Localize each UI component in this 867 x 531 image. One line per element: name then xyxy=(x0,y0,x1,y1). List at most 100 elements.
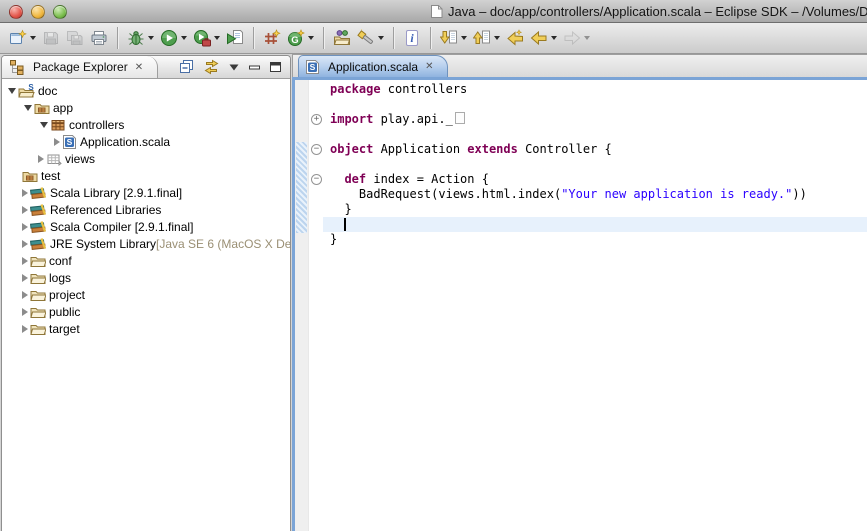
expand-arrow-icon[interactable] xyxy=(22,223,30,231)
dropdown-arrow-icon[interactable] xyxy=(461,36,467,40)
expand-arrow-icon[interactable] xyxy=(22,325,30,333)
project-tree[interactable]: SdocappcontrollersSApplication.scalaview… xyxy=(2,79,290,531)
folding-bar[interactable] xyxy=(308,80,323,531)
expand-arrow-icon[interactable] xyxy=(54,138,62,146)
toolbar-separator xyxy=(393,27,394,49)
dropdown-arrow-icon[interactable] xyxy=(148,36,154,40)
tree-item-referenced-libraries[interactable]: Referenced Libraries xyxy=(2,201,290,218)
new-wizard-g-button[interactable]: G xyxy=(284,28,317,48)
tree-item-test[interactable]: test xyxy=(2,167,290,184)
code-editor[interactable]: package controllers import play.api._obje… xyxy=(323,80,867,531)
code-line[interactable]: def index = Action { xyxy=(323,172,867,187)
dropdown-arrow-icon[interactable] xyxy=(308,36,314,40)
view-menu-button[interactable] xyxy=(228,62,240,72)
expand-arrow-icon[interactable] xyxy=(22,206,30,214)
expand-arrow-icon[interactable] xyxy=(22,189,30,197)
code-line[interactable] xyxy=(323,127,867,142)
tree-item-scala-compiler-2-9-1-final[interactable]: Scala Compiler [2.9.1.final] xyxy=(2,218,290,235)
code-line[interactable]: package controllers xyxy=(323,82,867,97)
tree-item-scala-library-2-9-1-final[interactable]: Scala Library [2.9.1.final] xyxy=(2,184,290,201)
code-line[interactable]: } xyxy=(323,232,867,247)
new-java-project-icon xyxy=(263,29,281,47)
code-line[interactable]: } xyxy=(323,202,867,217)
expand-arrow-icon[interactable] xyxy=(22,308,30,316)
toolbar-separator xyxy=(430,27,431,49)
tree-item-conf[interactable]: conf xyxy=(2,252,290,269)
dropdown-arrow-icon[interactable] xyxy=(214,36,220,40)
collapse-arrow-icon[interactable] xyxy=(22,105,34,111)
expand-arrow-icon[interactable] xyxy=(22,291,30,299)
collapse-arrow-icon[interactable] xyxy=(6,88,18,94)
info-button[interactable]: i xyxy=(400,28,424,48)
collapse-all-button[interactable] xyxy=(179,59,195,75)
package-explorer-tab[interactable]: Package Explorer xyxy=(2,56,158,78)
tree-item-project[interactable]: project xyxy=(2,286,290,303)
print-button[interactable] xyxy=(87,28,111,48)
link-with-editor-icon xyxy=(203,59,220,75)
tree-item-app[interactable]: app xyxy=(2,99,290,116)
folder-icon xyxy=(30,270,46,286)
search-button[interactable] xyxy=(354,28,387,48)
print-icon xyxy=(90,29,108,47)
current-line[interactable] xyxy=(323,217,867,232)
dropdown-arrow-icon[interactable] xyxy=(181,36,187,40)
last-edit-location-button[interactable] xyxy=(503,28,527,48)
tree-item-doc[interactable]: Sdoc xyxy=(2,82,290,99)
open-type-button[interactable] xyxy=(330,28,354,48)
collapse-fold-icon[interactable] xyxy=(311,174,322,185)
tree-item-views[interactable]: views xyxy=(2,150,290,167)
collapse-arrow-icon[interactable] xyxy=(38,122,50,128)
source-folder-icon xyxy=(22,168,38,184)
new-wizard-button[interactable] xyxy=(6,28,39,48)
annotation-ruler[interactable] xyxy=(295,80,308,531)
tree-item-public[interactable]: public xyxy=(2,303,290,320)
minimize-window-button[interactable] xyxy=(31,5,45,19)
code-line[interactable]: import play.api._ xyxy=(323,112,867,127)
code-line[interactable] xyxy=(323,97,867,112)
package-icon xyxy=(50,117,66,133)
expand-arrow-icon[interactable] xyxy=(22,274,30,282)
code-line[interactable]: object Application extends Controller { xyxy=(323,142,867,157)
dropdown-arrow-icon[interactable] xyxy=(494,36,500,40)
previous-annotation-button[interactable] xyxy=(470,28,503,48)
run-external-button[interactable] xyxy=(190,28,223,48)
dropdown-arrow-icon[interactable] xyxy=(378,36,384,40)
run-last-button[interactable] xyxy=(223,28,247,48)
run-button[interactable] xyxy=(157,28,190,48)
dropdown-arrow-icon[interactable] xyxy=(30,36,36,40)
tree-item-target[interactable]: target xyxy=(2,320,290,337)
tree-item-controllers[interactable]: controllers xyxy=(2,116,290,133)
next-annotation-button[interactable] xyxy=(437,28,470,48)
close-view-icon[interactable] xyxy=(135,62,143,73)
expand-arrow-icon[interactable] xyxy=(22,257,30,265)
collapse-fold-icon[interactable] xyxy=(311,144,322,155)
folder-icon xyxy=(30,253,46,269)
tree-item-logs[interactable]: logs xyxy=(2,269,290,286)
expand-arrow-icon[interactable] xyxy=(38,155,46,163)
zoom-window-button[interactable] xyxy=(53,5,67,19)
source-folder-icon xyxy=(34,100,50,116)
tree-item-application-scala[interactable]: SApplication.scala xyxy=(2,133,290,150)
expand-arrow-icon[interactable] xyxy=(22,240,30,248)
code-line[interactable]: BadRequest(views.html.index("Your new ap… xyxy=(323,187,867,202)
toolbar-separator xyxy=(117,27,118,49)
tree-item-label: target xyxy=(49,322,80,336)
code-line[interactable] xyxy=(323,157,867,172)
new-java-project-button[interactable] xyxy=(260,28,284,48)
folded-region-box[interactable] xyxy=(455,112,465,124)
window-titlebar[interactable]: Java – doc/app/controllers/Application.s… xyxy=(0,0,867,23)
dropdown-arrow-icon[interactable] xyxy=(551,36,557,40)
back-button[interactable] xyxy=(527,28,560,48)
tree-item-jre-system-library[interactable]: JRE System Library [Java SE 6 (MacOS X D… xyxy=(2,235,290,252)
library-icon xyxy=(30,185,47,201)
link-with-editor-button[interactable] xyxy=(203,59,220,75)
close-window-button[interactable] xyxy=(9,5,23,19)
dropdown-arrow-icon[interactable] xyxy=(584,36,590,40)
close-editor-icon[interactable] xyxy=(425,61,433,72)
editor-tab-application-scala[interactable]: S Application.scala xyxy=(298,55,448,77)
expand-fold-icon[interactable] xyxy=(311,114,322,125)
debug-button[interactable] xyxy=(124,28,157,48)
minimize-button[interactable] xyxy=(248,62,261,73)
run-last-icon xyxy=(226,29,244,47)
maximize-button[interactable] xyxy=(269,61,282,73)
